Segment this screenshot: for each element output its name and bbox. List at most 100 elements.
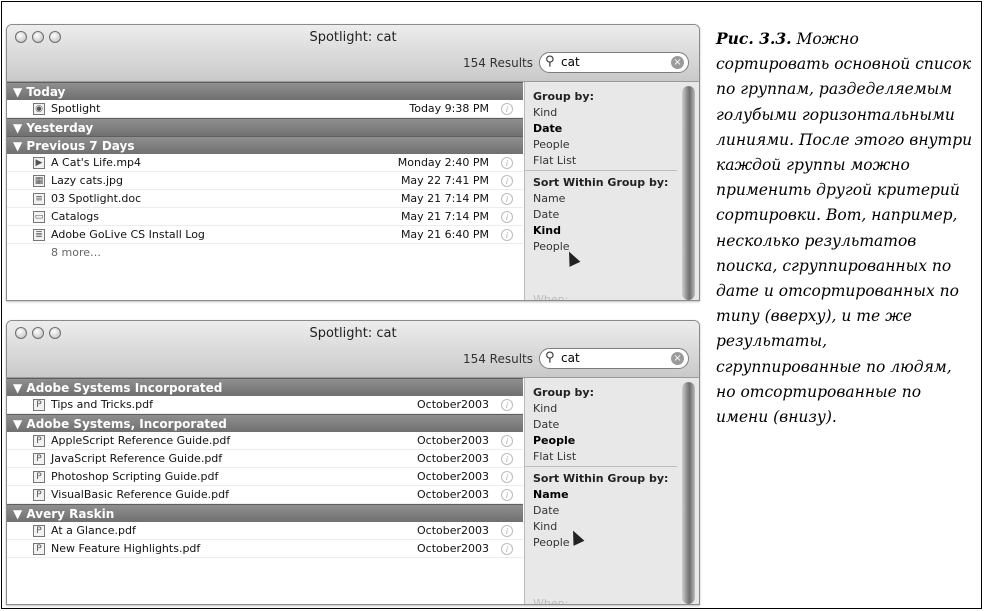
title-bar: Spotlight: cat 154 Results ⚲ cat × [7,25,699,82]
window-title: Spotlight: cat [309,30,397,45]
results-count: 154 Results [462,56,533,70]
when-label: When: [533,293,569,301]
file-date: October2003 [416,524,489,537]
list-item[interactable]: P Photoshop Scripting Guide.pdf October200… [7,468,523,486]
clear-search-icon[interactable]: × [671,56,684,69]
group-header[interactable]: ▼ Today [7,82,523,100]
list-item[interactable]: P VisualBasic Reference Guide.pdf October2… [7,486,523,504]
sort-by-option-kind[interactable]: Kind [533,519,668,535]
info-icon[interactable]: i [501,229,513,241]
info-icon[interactable]: i [501,471,513,483]
search-icon: ⚲ [545,54,555,69]
search-field[interactable]: ⚲ cat × [539,52,689,73]
sort-by-heading: Sort Within Group by: [533,472,669,485]
info-icon[interactable]: i [501,489,513,501]
info-icon[interactable]: i [501,543,513,555]
spotlight-window-bottom: Spotlight: cat 154 Results ⚲ cat × ▼ Ado… [6,320,700,605]
pdf-icon: P [33,525,45,537]
info-icon[interactable]: i [501,453,513,465]
sort-by-option-date[interactable]: Date [533,207,668,223]
info-icon[interactable]: i [501,211,513,223]
file-name: A Cat's Life.mp4 [51,156,142,169]
pdf-icon: P [33,399,45,411]
file-date: October2003 [416,434,489,447]
caption-text: Можно сортировать основной список по гру… [716,30,973,427]
list-item[interactable]: ≣ Adobe GoLive CS Install Log May 21 6:40 … [7,226,523,244]
sort-by-option-name[interactable]: Name [533,191,668,207]
group-by-heading: Group by: [533,90,594,103]
sort-by-section: Sort Within Group by: Name Date Kind People [533,472,668,551]
file-date: October2003 [416,452,489,465]
list-item[interactable]: ▶ A Cat's Life.mp4 Monday 2:40 PM i [7,154,523,172]
group-by-heading: Group by: [533,386,594,399]
sort-by-option-people[interactable]: People [533,535,668,551]
divider [525,466,677,467]
file-date: October2003 [416,542,489,555]
list-item[interactable]: ▭ Catalogs May 21 7:14 PM i [7,208,523,226]
info-icon[interactable]: i [501,435,513,447]
search-value[interactable]: cat [561,55,580,69]
info-icon[interactable]: i [501,525,513,537]
spotlight-window-top: Spotlight: cat 154 Results ⚲ cat × ▼ Tod… [6,24,700,301]
group-by-section: Group by: Kind Date People Flat List [533,386,594,465]
file-name: Photoshop Scripting Guide.pdf [51,470,219,483]
image-icon: ▦ [33,175,45,187]
pdf-icon: P [33,435,45,447]
group-by-option-date[interactable]: Date [533,417,594,433]
info-icon[interactable]: i [501,157,513,169]
group-by-option-kind[interactable]: Kind [533,401,594,417]
file-name: At a Glance.pdf [51,524,136,537]
file-name: Adobe GoLive CS Install Log [51,228,205,241]
search-field[interactable]: ⚲ cat × [539,348,689,369]
search-icon: ⚲ [545,350,555,365]
file-name: 03 Spotlight.doc [51,192,142,205]
title-bar: Spotlight: cat 154 Results ⚲ cat × [7,321,699,378]
group-header[interactable]: ▼ Adobe Systems, Incorporated [7,414,523,432]
file-name: Tips and Tricks.pdf [51,398,154,411]
group-by-option-kind[interactable]: Kind [533,105,594,121]
sort-by-section: Sort Within Group by: Name Date Kind People [533,176,668,255]
group-header[interactable]: ▼ Previous 7 Days [7,136,523,154]
info-icon[interactable]: i [501,193,513,205]
list-item[interactable]: ≡ 03 Spotlight.doc May 21 7:14 PM i [7,190,523,208]
folder-icon: ▭ [33,211,45,223]
group-header[interactable]: ▼ Yesterday [7,118,523,136]
group-header[interactable]: ▼ Adobe Systems Incorporated [7,378,523,396]
file-date: May 22 7:41 PM [400,174,489,187]
scrollbar[interactable] [682,86,695,300]
pdf-icon: P [33,453,45,465]
info-icon[interactable]: i [501,175,513,187]
pdf-icon: P [33,471,45,483]
file-date: October2003 [416,398,489,411]
clear-search-icon[interactable]: × [671,352,684,365]
when-label: When: [533,597,569,605]
group-by-option-people[interactable]: People [533,137,594,153]
list-item[interactable]: P JavaScript Reference Guide.pdf October20… [7,450,523,468]
group-by-option-flat-list[interactable]: Flat List [533,449,594,465]
group-header[interactable]: ▼ Avery Raskin [7,504,523,522]
sort-by-option-kind[interactable]: Kind [533,223,668,239]
list-item[interactable]: P Tips and Tricks.pdf October2003 i [7,396,523,414]
group-by-option-date[interactable]: Date [533,121,594,137]
pdf-icon: P [33,543,45,555]
file-date: May 21 6:40 PM [400,228,489,241]
search-value[interactable]: cat [561,351,580,365]
list-item[interactable]: P AppleScript Reference Guide.pdf October2… [7,432,523,450]
scrollbar[interactable] [682,382,695,604]
list-item[interactable]: ◉ Spotlight Today 9:38 PM i [7,100,523,118]
list-item[interactable]: P At a Glance.pdf October2003 i [7,522,523,540]
sort-sidebar: Group by: Kind Date People Flat List Sort W… [524,82,699,300]
sort-by-option-name[interactable]: Name [533,487,668,503]
list-item[interactable]: P New Feature Highlights.pdf October2003 i [7,540,523,558]
info-icon[interactable]: i [501,103,513,115]
list-item[interactable]: ▦ Lazy cats.jpg May 22 7:41 PM i [7,172,523,190]
group-by-option-people[interactable]: People [533,433,594,449]
info-icon[interactable]: i [501,399,513,411]
more-link[interactable]: 8 more… [7,244,523,262]
sort-by-option-people[interactable]: People [533,239,668,255]
group-by-option-flat-list[interactable]: Flat List [533,153,594,169]
results-list: ▼ Today ◉ Spotlight Today 9:38 PM i ▼ Yesterd… [7,82,523,300]
log-icon: ≣ [33,229,45,241]
document-icon: ≡ [33,193,45,205]
sort-by-option-date[interactable]: Date [533,503,668,519]
